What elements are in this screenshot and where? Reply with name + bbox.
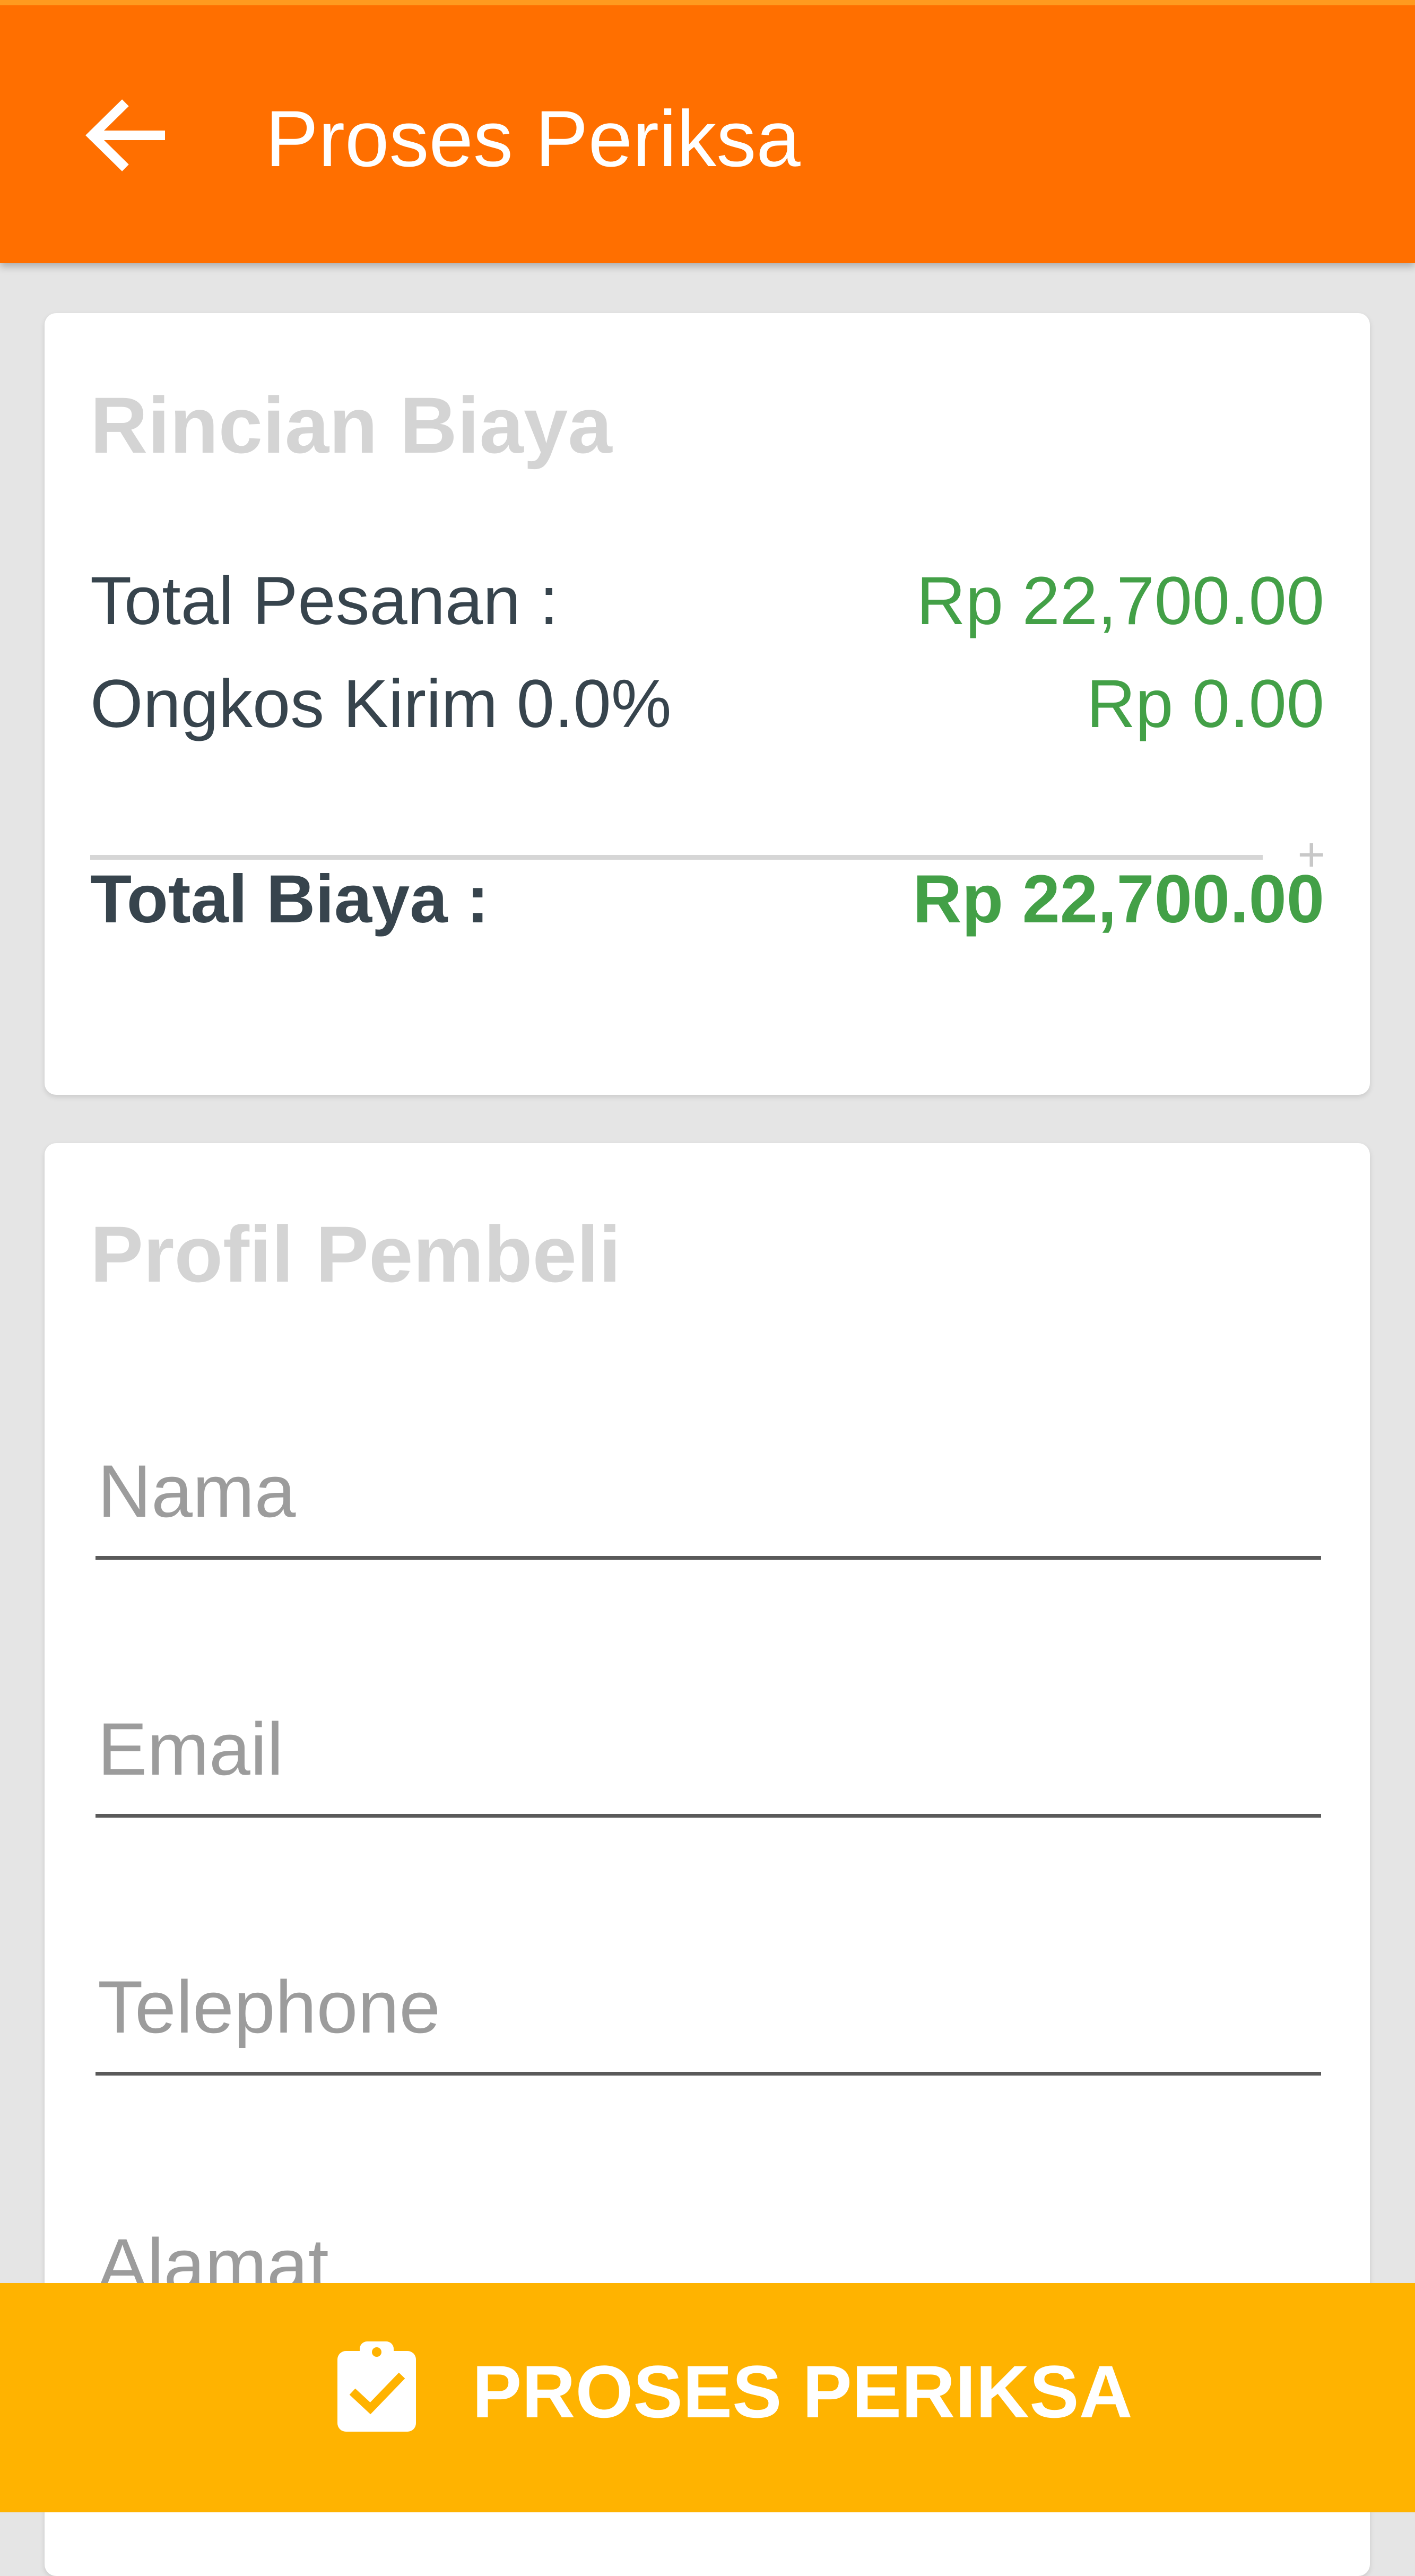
name-field-wrapper xyxy=(96,1433,1321,1576)
arrow-left-icon xyxy=(85,99,165,171)
app-bar: Proses Periksa xyxy=(0,0,1415,263)
sum-divider xyxy=(90,855,1263,860)
email-input[interactable] xyxy=(96,1691,1321,1808)
buyer-profile-title: Profil Pembeli xyxy=(90,1209,621,1299)
email-field-wrapper xyxy=(96,1691,1321,1834)
process-checkout-label: PROSES PERIKSA xyxy=(472,2350,1133,2433)
cost-details-card: Rincian Biaya Total Pesanan : Rp 22,700.… xyxy=(45,313,1370,1095)
process-checkout-button[interactable]: PROSES PERIKSA xyxy=(0,2283,1415,2512)
phone-input-underline xyxy=(96,2072,1321,2076)
name-input[interactable] xyxy=(96,1433,1321,1550)
back-button[interactable] xyxy=(80,96,170,175)
name-input-underline xyxy=(96,1556,1321,1560)
grand-total-label: Total Biaya : xyxy=(90,861,489,937)
page-title: Proses Periksa xyxy=(265,94,801,183)
grand-total-value: Rp 22,700.00 xyxy=(913,861,1324,937)
order-total-value: Rp 22,700.00 xyxy=(916,563,1324,639)
shipping-cost-value: Rp 0.00 xyxy=(1086,666,1324,742)
cost-details-title: Rincian Biaya xyxy=(90,381,612,470)
order-total-label: Total Pesanan : xyxy=(90,563,559,639)
clipboard-check-icon xyxy=(337,2341,416,2432)
shipping-cost-label: Ongkos Kirim 0.0% xyxy=(90,666,672,742)
phone-field-wrapper xyxy=(96,1949,1321,2092)
status-accent-line xyxy=(0,0,1415,5)
email-input-underline xyxy=(96,1814,1321,1818)
phone-input[interactable] xyxy=(96,1949,1321,2065)
